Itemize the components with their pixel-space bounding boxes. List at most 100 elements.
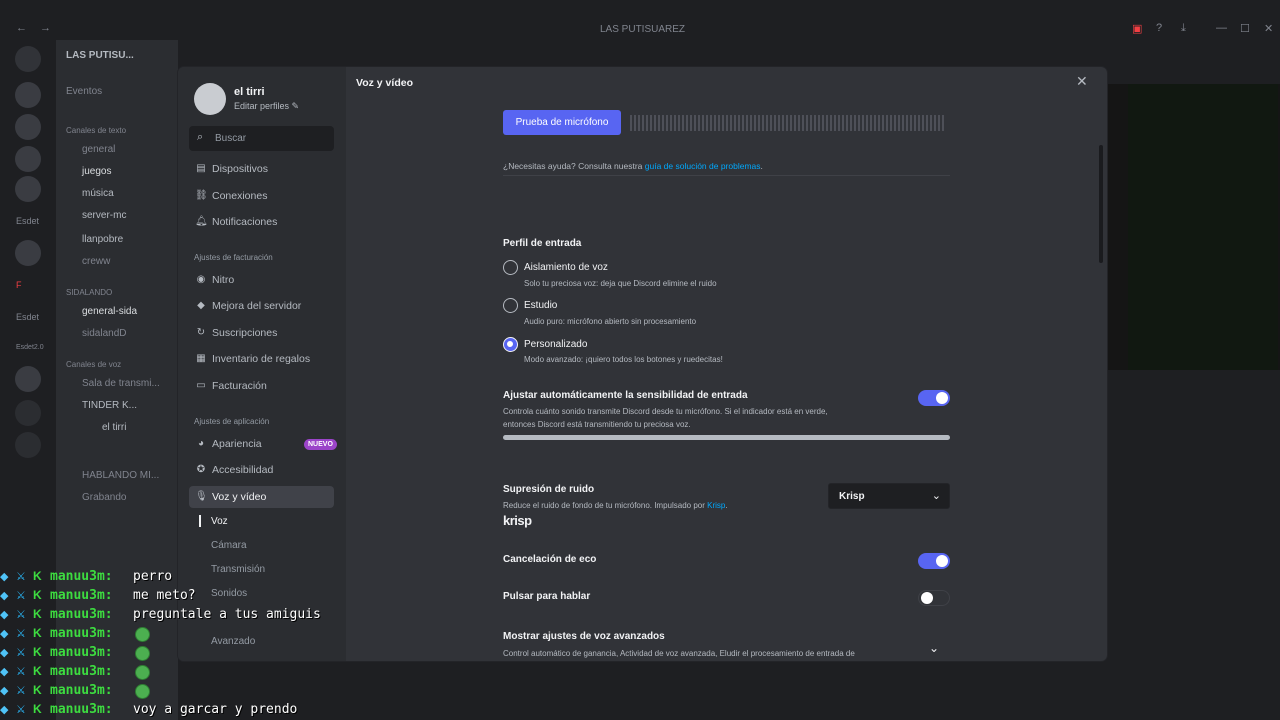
card-icon: ▭ [196,380,206,391]
nav-item-accessibility[interactable]: ✪ Accesibilidad [189,459,334,481]
palette-icon: ◕ [197,438,205,449]
server-icon[interactable] [15,240,41,266]
nav-item-voice-video[interactable]: 🎙︎ Voz y vídeo [189,486,334,508]
window-close-icon[interactable]: ✕ [1264,22,1273,35]
help-text: ¿Necesitas ayuda? Consulta nuestra guía … [503,161,763,171]
cube-icon: ◆ [0,590,9,602]
channel-item[interactable]: general-sida [82,306,137,317]
server-icon[interactable] [15,366,41,392]
channel-item[interactable]: música [82,188,114,199]
sensitivity-slider[interactable] [503,435,950,440]
chat-badge: K [33,626,42,640]
channel-item[interactable]: server-mc [82,210,126,221]
chat-emote [135,665,150,680]
nav-item-subscriptions[interactable]: ↻ Suscripciones [189,322,334,344]
events-item[interactable]: Eventos [66,86,102,97]
inbox-icon[interactable]: ▣ [1132,22,1142,35]
minimize-icon[interactable]: — [1216,22,1227,34]
channel-item[interactable]: sidalandD [82,328,126,339]
sword-icon: ⚔ [16,704,26,716]
radio-custom[interactable] [503,337,518,352]
forward-icon[interactable]: → [40,22,51,34]
channel-item[interactable]: general [82,144,115,155]
settings-content: Voz y vídeo ✕ Prueba de micrófono ¿Neces… [346,67,1107,661]
push-to-talk-toggle[interactable] [918,590,950,606]
option-desc: Solo tu preciosa voz: deja que Discord e… [524,279,717,288]
echo-cancel-toggle[interactable] [918,553,950,569]
channel-item[interactable]: juegos [82,166,111,177]
chat-user: manuu3m: [50,626,113,641]
close-icon[interactable]: ✕ [1076,73,1088,90]
category-label[interactable]: Canales de texto [66,126,126,135]
divider [503,175,950,176]
voice-channel[interactable]: TINDER K... [82,400,137,411]
troubleshooting-link[interactable]: guía de solución de problemas [645,161,761,171]
nav-item-gifts[interactable]: ▦ Inventario de regalos [189,348,334,370]
maximize-icon[interactable]: ☐ [1240,22,1250,35]
krisp-link[interactable]: Krisp [707,501,725,510]
category-label[interactable]: Canales de voz [66,360,121,369]
server-icon[interactable] [15,82,41,108]
cube-icon: ◆ [0,609,9,621]
server-icon[interactable] [15,114,41,140]
radio-voice-isolation[interactable] [503,260,518,275]
scrollbar[interactable] [1099,145,1103,263]
download-icon[interactable]: ⤓ [1181,22,1186,35]
voice-channel[interactable]: HABLANDO MI... [82,470,159,481]
nav-item-appearance[interactable]: ◕ Apariencia NUEVO [189,433,337,455]
channel-item[interactable]: creww [82,256,110,267]
subitem-sonidos[interactable]: Sonidos [211,588,247,599]
sword-icon: ⚔ [16,647,26,659]
back-icon[interactable]: ← [16,22,27,34]
mic-test-button[interactable]: Prueba de micrófono [503,110,621,135]
server-label: Esdet [16,312,40,322]
nav-item-boost[interactable]: ◆ Mejora del servidor [189,295,334,317]
nav-item-notificaciones[interactable]: 🔔︎ Notificaciones [189,211,334,233]
add-server-icon[interactable] [15,400,41,426]
subitem-camara[interactable]: Cámara [211,540,247,551]
option-title: Personalizado [524,339,588,350]
radio-studio[interactable] [503,298,518,313]
noise-suppression-select[interactable]: Krisp ⌄ [828,483,950,509]
sword-icon: ⚔ [16,628,26,640]
chat-user: manuu3m: [50,683,113,698]
nav-item-billing[interactable]: ▭ Facturación [189,375,334,397]
auto-sensitivity-toggle[interactable] [918,390,950,406]
cube-icon: ◆ [0,571,9,583]
chevron-down-icon: ⌄ [931,490,941,502]
chat-user: manuu3m: [50,569,113,584]
edit-profiles-link[interactable]: Editar perfiles ✎ [234,101,299,112]
discord-home-icon[interactable] [15,46,41,72]
profile-name: el tirri [234,86,265,98]
chat-emote [135,627,150,642]
avatar[interactable] [194,83,226,115]
krisp-logo: krisp [503,513,532,528]
server-icon[interactable] [15,146,41,172]
chat-user: manuu3m: [50,645,113,660]
nav-item-nitro[interactable]: ◉ Nitro [189,269,334,291]
nav-item-conexiones[interactable]: ⛓ Conexiones [189,185,334,207]
search-input[interactable]: ⌕ Buscar [189,126,334,151]
server-name[interactable]: LAS PUTISU... [66,50,134,61]
pencil-icon: ✎ [291,101,300,111]
option-desc: Modo avanzado: ¡quiero todos los botones… [524,355,723,364]
advanced-voice-title[interactable]: Mostrar ajustes de voz avanzados [503,631,665,642]
explore-icon[interactable] [15,432,41,458]
subitem-transmision[interactable]: Transmisión [211,564,265,575]
nav-item-dispositivos[interactable]: ▤ Dispositivos [189,158,334,180]
chat-badge: K [33,607,42,621]
sword-icon: ⚔ [16,571,26,583]
voice-user[interactable]: el tirri [102,422,126,433]
subitem-voz[interactable]: Voz [211,516,228,527]
help-icon[interactable]: ? [1156,22,1162,34]
voice-channel[interactable]: Grabando [82,492,126,503]
channel-item[interactable]: llanpobre [82,234,123,245]
chat-user: manuu3m: [50,702,113,717]
server-icon[interactable] [15,176,41,202]
chevron-down-icon[interactable]: ⌄ [929,641,939,655]
push-to-talk-title: Pulsar para hablar [503,591,591,602]
category-label[interactable]: SIDALANDO [66,288,112,297]
voice-channel[interactable]: Sala de transmi... [82,378,160,389]
server-label: Esdet2.0 [16,344,44,351]
subitem-avanzado[interactable]: Avanzado [211,636,255,647]
